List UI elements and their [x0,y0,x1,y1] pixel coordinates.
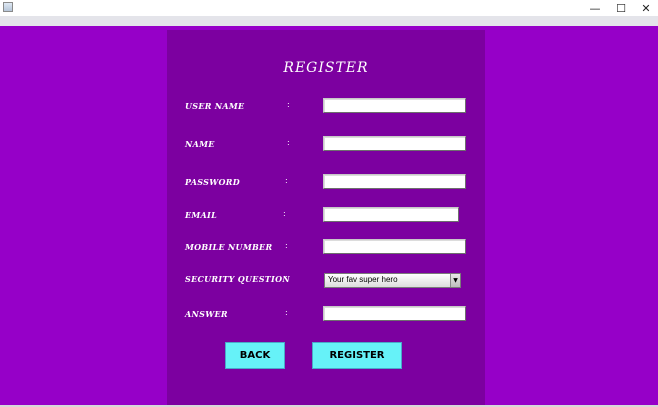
answer-colon: : [285,308,288,317]
name-label: NAME [185,139,215,149]
name-colon: : [287,138,290,147]
menu-strip [0,16,658,26]
password-field[interactable] [323,174,466,189]
security-question-dropdown[interactable]: Your fav super hero ▼ [324,273,461,288]
security-question-selected: Your fav super hero [328,275,398,284]
email-field[interactable] [323,207,459,222]
email-label: EMAIL [185,210,218,220]
chevron-down-icon[interactable]: ▼ [450,274,460,287]
mobile-number-colon: : [285,241,288,250]
name-field[interactable] [323,136,466,151]
app-window: — ☐ ✕ REGISTER USER NAME : NAME : PASSWO… [0,0,658,407]
answer-field[interactable] [323,306,466,321]
mobile-number-label: MOBILE NUMBER [185,242,273,252]
page-title: REGISTER [283,60,369,76]
register-panel: REGISTER USER NAME : NAME : PASSWORD : E… [167,30,485,406]
email-colon: : [283,209,286,218]
security-question-label: SECURITY QUESTION [185,274,290,284]
mobile-number-field[interactable] [323,239,466,254]
security-question-colon: : [285,273,288,282]
answer-label: ANSWER [185,309,228,319]
java-app-icon [3,2,13,12]
user-name-colon: : [287,100,290,109]
user-name-label: USER NAME [185,101,245,111]
password-colon: : [285,176,288,185]
close-button[interactable]: ✕ [631,0,658,16]
back-button[interactable]: BACK [225,342,285,369]
title-bar: — ☐ ✕ [0,0,658,16]
content-area: REGISTER USER NAME : NAME : PASSWORD : E… [0,26,658,406]
user-name-field[interactable] [323,98,466,113]
register-button[interactable]: REGISTER [312,342,402,369]
password-label: PASSWORD [185,177,240,187]
